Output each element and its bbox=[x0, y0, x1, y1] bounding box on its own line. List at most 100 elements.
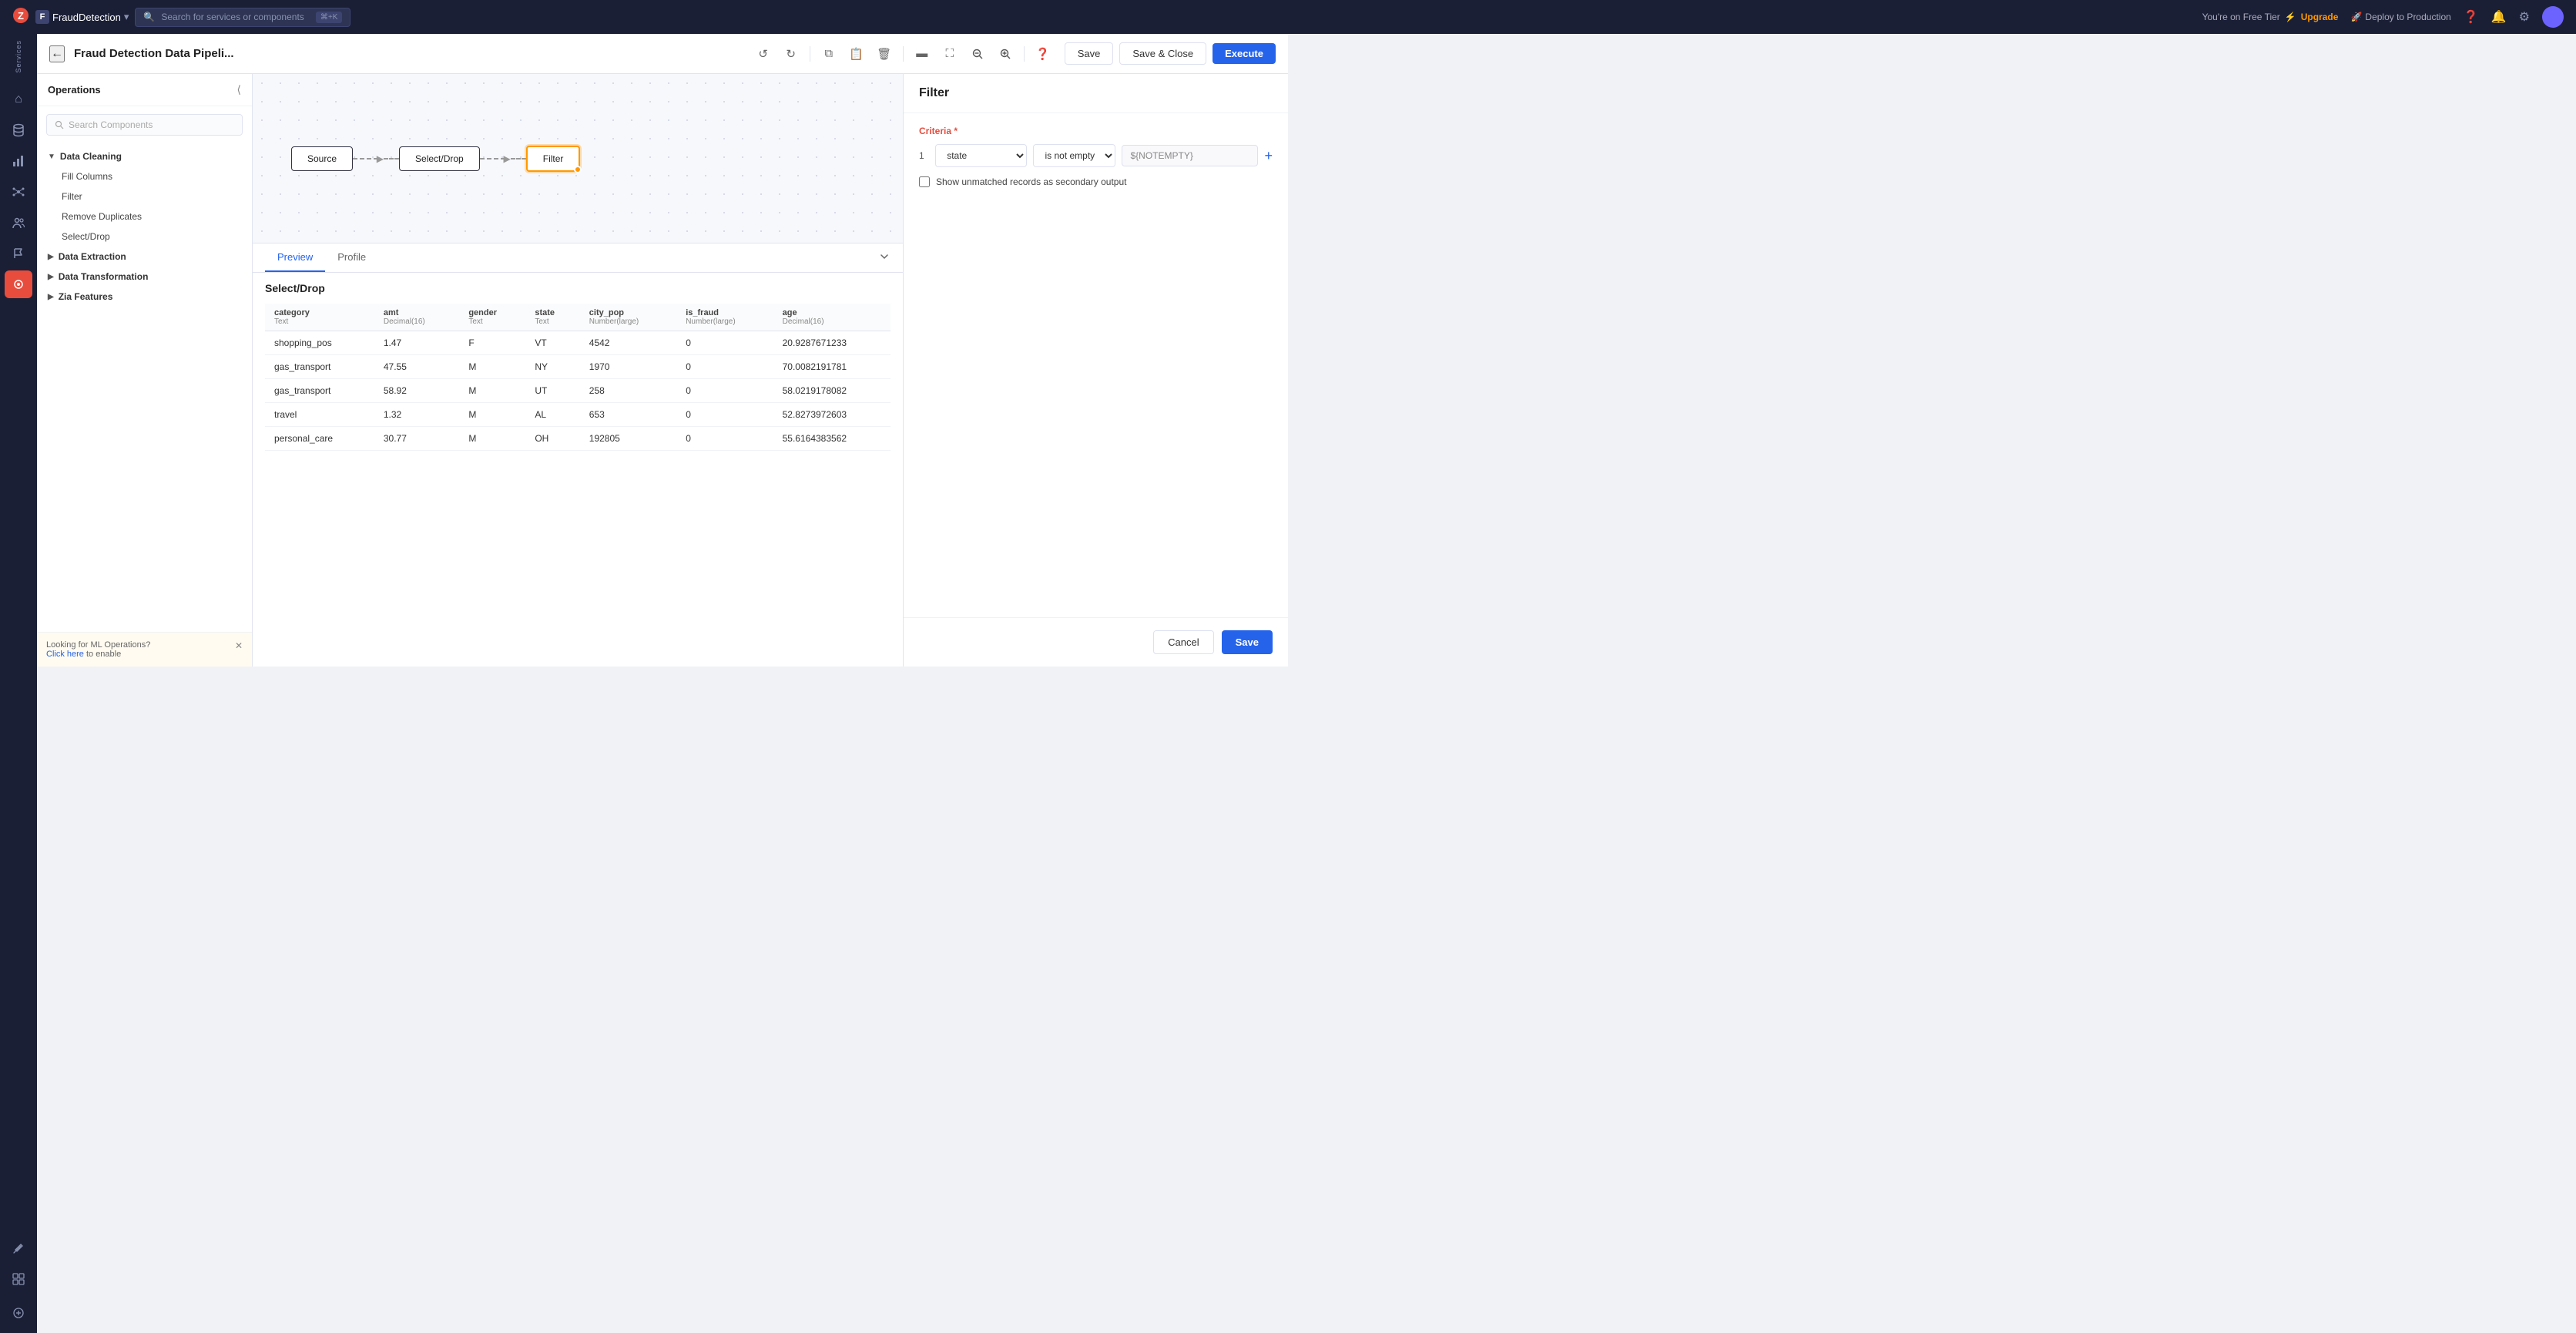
filter-save-button[interactable]: Save bbox=[1222, 630, 1273, 654]
data-table: category Text amt Decimal(16) gender Tex… bbox=[265, 304, 891, 451]
table-cell: 0 bbox=[676, 379, 773, 403]
back-button[interactable]: ← bbox=[49, 45, 65, 62]
category-label: Zia Features bbox=[59, 291, 113, 302]
field-select[interactable]: state bbox=[935, 144, 1027, 167]
criteria-row: 1 state is not empty + bbox=[919, 144, 1273, 167]
help-icon[interactable]: ❓ bbox=[2464, 9, 2479, 25]
cancel-button[interactable]: Cancel bbox=[1153, 630, 1213, 654]
search-shortcut: ⌘+K bbox=[316, 12, 343, 23]
source-node[interactable]: Source bbox=[291, 146, 353, 171]
project-name[interactable]: F FraudDetection ▾ bbox=[35, 10, 129, 24]
sidebar-item-database[interactable] bbox=[5, 116, 32, 144]
table-row: travel1.32MAL653052.8273972603 bbox=[265, 403, 891, 427]
sidebar-item-home[interactable]: ⌂ bbox=[5, 86, 32, 113]
table-cell: 653 bbox=[580, 403, 676, 427]
table-cell: M bbox=[459, 403, 525, 427]
preview-expand-button[interactable] bbox=[878, 250, 891, 265]
left-sidebar: Services ⌂ bbox=[0, 34, 37, 1333]
chevron-down-icon: ▼ bbox=[48, 153, 55, 161]
filter-node[interactable]: Filter bbox=[526, 146, 581, 172]
col-name: city_pop bbox=[589, 308, 667, 317]
footer-suffix: to enable bbox=[84, 650, 121, 659]
col-header-gender: gender Text bbox=[459, 304, 525, 331]
category-zia-features[interactable]: ▶ Zia Features bbox=[37, 287, 252, 307]
nav-left: Z F FraudDetection ▾ 🔍 Search for servic… bbox=[12, 7, 2190, 28]
sidebar-item-network[interactable] bbox=[5, 178, 32, 206]
toolbar-divider-2 bbox=[903, 46, 904, 62]
col-type: Decimal(16) bbox=[384, 317, 450, 326]
bell-icon[interactable]: 🔔 bbox=[2491, 9, 2507, 25]
secondary-output-checkbox[interactable] bbox=[919, 176, 930, 187]
user-avatar[interactable] bbox=[2542, 6, 2564, 28]
ops-item-remove-duplicates[interactable]: Remove Duplicates bbox=[37, 206, 252, 227]
filter-panel: Filter Criteria * 1 state is not empty bbox=[903, 74, 1288, 666]
copy-button[interactable]: ⧉ bbox=[817, 42, 841, 66]
search-components-placeholder: Search Components bbox=[69, 119, 153, 130]
table-row: gas_transport58.92MUT258058.0219178082 bbox=[265, 379, 891, 403]
gear-icon[interactable]: ⚙ bbox=[2519, 9, 2530, 25]
sidebar-item-people[interactable] bbox=[5, 209, 32, 237]
pipeline-canvas[interactable]: Source ▶ Select/Drop ▶ bbox=[253, 74, 903, 243]
tier-text: You're on Free Tier bbox=[2202, 12, 2280, 22]
execute-button[interactable]: Execute bbox=[1213, 43, 1276, 64]
help-button[interactable]: ❓ bbox=[1031, 42, 1055, 66]
required-indicator: * bbox=[954, 126, 958, 136]
sidebar-item-analytics[interactable] bbox=[5, 147, 32, 175]
sidebar-item-flag[interactable] bbox=[5, 240, 32, 267]
zoom-in-button[interactable] bbox=[993, 42, 1018, 66]
category-data-transformation[interactable]: ▶ Data Transformation bbox=[37, 267, 252, 287]
undo-button[interactable]: ↺ bbox=[751, 42, 776, 66]
sidebar-item-grid[interactable] bbox=[5, 1265, 32, 1293]
table-row: personal_care30.77MOH192805055.616438356… bbox=[265, 427, 891, 451]
tab-profile[interactable]: Profile bbox=[325, 243, 378, 272]
pipeline-header: ← Fraud Detection Data Pipeli... ↺ ↻ ⧉ 📋… bbox=[37, 34, 1288, 74]
col-name: category bbox=[274, 308, 365, 317]
zoom-out-button[interactable] bbox=[965, 42, 990, 66]
ops-item-select-drop[interactable]: Select/Drop bbox=[37, 227, 252, 247]
condition-select[interactable]: is not empty bbox=[1033, 144, 1115, 167]
criteria-label: Criteria * bbox=[919, 126, 1273, 136]
upgrade-button[interactable]: Upgrade bbox=[2301, 12, 2339, 22]
criteria-value-input[interactable] bbox=[1122, 145, 1258, 166]
deploy-label: Deploy to Production bbox=[2365, 12, 2450, 22]
table-cell: 4542 bbox=[580, 331, 676, 355]
project-dropdown-icon[interactable]: ▾ bbox=[124, 11, 129, 23]
paste-button[interactable]: 📋 bbox=[844, 42, 869, 66]
main-content: ← Fraud Detection Data Pipeli... ↺ ↻ ⧉ 📋… bbox=[37, 34, 1288, 666]
category-data-extraction[interactable]: ▶ Data Extraction bbox=[37, 247, 252, 267]
deploy-icon: 🚀 bbox=[2350, 12, 2362, 22]
pipe-extension bbox=[384, 158, 399, 159]
nav-right: You're on Free Tier ⚡ Upgrade 🚀 Deploy t… bbox=[2202, 6, 2564, 28]
category-data-cleaning[interactable]: ▼ Data Cleaning bbox=[37, 146, 252, 166]
table-cell: 0 bbox=[676, 331, 773, 355]
deploy-button[interactable]: 🚀 Deploy to Production bbox=[2350, 12, 2450, 22]
ops-item-fill-columns[interactable]: Fill Columns bbox=[37, 166, 252, 186]
redo-button[interactable]: ↻ bbox=[779, 42, 803, 66]
footer-close-button[interactable]: ✕ bbox=[235, 640, 243, 651]
fullscreen-button[interactable]: ⛶ bbox=[937, 42, 962, 66]
table-cell: M bbox=[459, 355, 525, 379]
layout-button[interactable]: ▬ bbox=[910, 42, 934, 66]
save-close-button[interactable]: Save & Close bbox=[1119, 42, 1206, 65]
delete-button[interactable]: 🗑 bbox=[872, 42, 897, 66]
table-cell: AL bbox=[525, 403, 579, 427]
preview-header: Preview Profile bbox=[253, 243, 903, 273]
secondary-output-label: Show unmatched records as secondary outp… bbox=[936, 176, 1126, 187]
add-criteria-button[interactable]: + bbox=[1264, 148, 1273, 164]
collapse-panel-button[interactable]: ⟨ bbox=[237, 83, 241, 96]
components-search[interactable]: Search Components bbox=[46, 114, 243, 136]
table-cell: 258 bbox=[580, 379, 676, 403]
sidebar-item-tools[interactable] bbox=[5, 1234, 32, 1262]
category-label: Data Extraction bbox=[59, 251, 126, 262]
global-search[interactable]: 🔍 Search for services or components ⌘+K bbox=[135, 8, 351, 27]
select-drop-node[interactable]: Select/Drop bbox=[399, 146, 480, 171]
ops-item-filter[interactable]: Filter bbox=[37, 186, 252, 206]
footer-link[interactable]: Click here bbox=[46, 650, 84, 659]
sidebar-expand-btn[interactable] bbox=[5, 1299, 32, 1327]
sidebar-item-pipeline[interactable] bbox=[5, 270, 32, 298]
preview-tabs: Preview Profile bbox=[265, 243, 378, 272]
table-cell: 0 bbox=[676, 427, 773, 451]
table-cell: personal_care bbox=[265, 427, 374, 451]
save-button[interactable]: Save bbox=[1065, 42, 1114, 65]
tab-preview[interactable]: Preview bbox=[265, 243, 325, 272]
